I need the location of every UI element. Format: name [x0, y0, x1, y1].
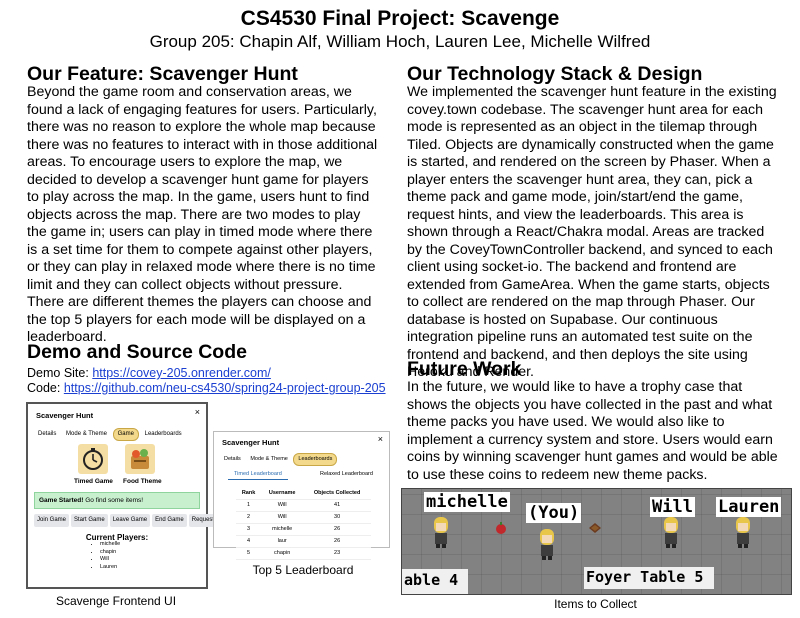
- chocolate-item-icon: [589, 523, 601, 533]
- future-body: In the future, we would like to have a t…: [407, 379, 778, 483]
- tab-mode-theme[interactable]: Mode & Theme: [246, 454, 292, 465]
- tech-heading: Our Technology Stack & Design: [407, 63, 703, 85]
- player-name-lauren: Lauren: [716, 497, 782, 517]
- mode-label-theme: Food Theme: [123, 478, 162, 485]
- apple-item-icon: [496, 522, 506, 534]
- game-started-banner: Game Started! Go find some items!: [34, 492, 200, 509]
- leaderboard-table: Rank Username Objects Collected 1 Will 41 …: [236, 488, 371, 560]
- column-header: Rank: [236, 488, 262, 500]
- demo-site-line: Demo Site: https://covey-205.onrender.co…: [27, 366, 397, 381]
- tab-mode-theme[interactable]: Mode & Theme: [62, 429, 111, 440]
- end-game-button[interactable]: End Game: [152, 514, 187, 527]
- count-cell: 26: [303, 535, 371, 548]
- list-item: Will: [100, 556, 120, 564]
- code-line: Code: https://github.com/neu-cs4530/spri…: [27, 381, 397, 396]
- table-sign-left-text: able 4: [404, 571, 459, 589]
- modal-tabs: Details Mode & Theme Game Leaderboards: [34, 428, 186, 441]
- player-avatar-you: [540, 529, 554, 560]
- tech-body: We implemented the scavenger hunt featur…: [407, 84, 777, 380]
- close-icon[interactable]: ×: [378, 435, 383, 444]
- close-icon[interactable]: ×: [195, 408, 200, 417]
- future-heading: Future Work: [407, 358, 522, 380]
- game-map-screenshot: able 4 Foyer Table 5 michelle (You) Will…: [401, 488, 792, 595]
- table-header-row: Rank Username Objects Collected: [236, 488, 371, 500]
- username-cell: Will: [261, 499, 304, 512]
- feature-body: Beyond the game room and conservation ar…: [27, 84, 378, 345]
- count-cell: 26: [303, 523, 371, 536]
- player-name-will: Will: [650, 497, 695, 517]
- rank-cell: 1: [236, 499, 262, 512]
- username-cell: laur: [261, 535, 304, 548]
- count-cell: 30: [303, 511, 371, 524]
- page-title: CS4530 Final Project: Scavenge: [240, 7, 560, 30]
- demo-site-link[interactable]: https://covey-205.onrender.com/: [92, 366, 271, 380]
- start-game-button[interactable]: Start Game: [71, 514, 108, 527]
- feature-heading: Our Feature: Scavenger Hunt: [27, 63, 298, 85]
- table-row: 4 laur 26: [236, 535, 371, 548]
- rank-cell: 4: [236, 535, 262, 548]
- leave-game-button[interactable]: Leave Game: [109, 514, 151, 527]
- frontend-caption: Scavenge Frontend UI: [55, 594, 177, 608]
- players-list: michelle chapin Will Lauren: [90, 541, 120, 571]
- demo-site-label: Demo Site:: [27, 366, 93, 380]
- rank-cell: 2: [236, 511, 262, 524]
- banner-bold: Game Started!: [39, 497, 84, 504]
- username-cell: Will: [261, 511, 304, 524]
- column-header: Username: [261, 488, 304, 500]
- tab-leaderboards[interactable]: Leaderboards: [293, 453, 338, 466]
- table-row: 1 Will 41: [236, 499, 371, 512]
- modal-tabs: Details Mode & Theme Leaderboards: [220, 453, 338, 466]
- subtab-relaxed[interactable]: Relaxed Leaderboard: [314, 470, 379, 479]
- leaderboard-caption: Top 5 Leaderboard: [252, 563, 354, 577]
- table-row: 5 chapin 23: [236, 547, 371, 560]
- authors: Group 205: Chapin Alf, William Hoch, Lau…: [149, 32, 651, 51]
- list-item: Lauren: [100, 564, 120, 572]
- tab-leaderboards[interactable]: Leaderboards: [141, 429, 186, 440]
- frontend-ui-screenshot: Scavenger Hunt × Details Mode & Theme Ga…: [26, 402, 230, 589]
- username-cell: michelle: [261, 523, 304, 536]
- rank-cell: 5: [236, 547, 262, 560]
- tab-details[interactable]: Details: [220, 454, 245, 465]
- player-avatar-michelle: [434, 517, 448, 548]
- column-header: Objects Collected: [303, 488, 371, 500]
- tab-game[interactable]: Game: [112, 428, 139, 441]
- join-game-button[interactable]: Join Game: [34, 514, 70, 527]
- rank-cell: 3: [236, 523, 262, 536]
- demo-heading: Demo and Source Code: [27, 341, 247, 363]
- banner-text: Go find some items!: [83, 497, 144, 504]
- player-name-you: (You): [526, 503, 582, 523]
- modal-title: Scavenger Hunt: [222, 438, 280, 447]
- game-caption: Items to Collect: [554, 597, 637, 611]
- player-avatar-will: [664, 517, 678, 548]
- player-avatar-lauren: [736, 517, 750, 548]
- stopwatch-icon: [78, 444, 108, 474]
- food-icon: [125, 444, 155, 474]
- code-link[interactable]: https://github.com/neu-cs4530/spring24-p…: [64, 381, 386, 395]
- list-item: michelle: [100, 541, 120, 549]
- table-row: 3 michelle 26: [236, 523, 371, 536]
- mode-label-timed: Timed Game: [74, 478, 113, 485]
- game-buttons: Join Game Start Game Leave Game End Game Req…: [34, 514, 230, 527]
- table-sign-right-text: Foyer Table 5: [586, 568, 704, 586]
- username-cell: chapin: [261, 547, 304, 560]
- leaderboard-screenshot: Scavenger Hunt × Details Mode & Theme Le…: [213, 431, 390, 560]
- code-label: Code:: [27, 381, 64, 395]
- count-cell: 23: [303, 547, 371, 560]
- table-row: 2 Will 30: [236, 511, 371, 524]
- modal-title: Scavenger Hunt: [36, 411, 94, 420]
- count-cell: 41: [303, 499, 371, 512]
- tab-details[interactable]: Details: [34, 429, 60, 440]
- player-name-michelle: michelle: [424, 492, 510, 512]
- list-item: chapin: [100, 549, 120, 557]
- subtab-timed[interactable]: Timed Leaderboard: [228, 470, 288, 480]
